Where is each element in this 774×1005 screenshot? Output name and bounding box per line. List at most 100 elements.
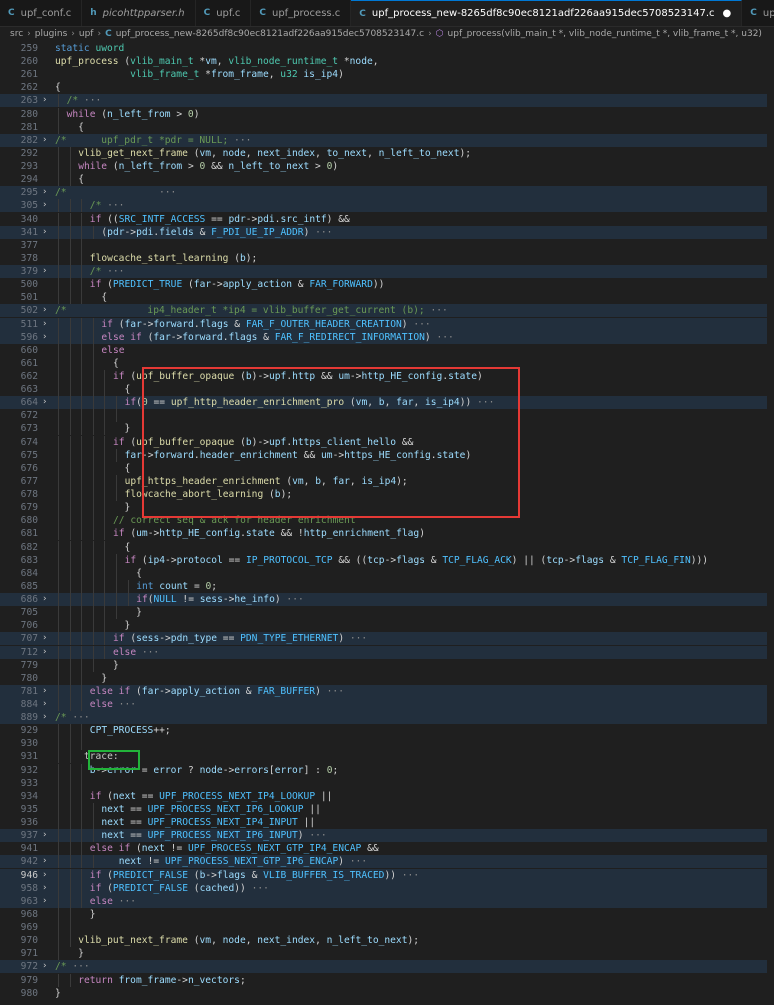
code-line[interactable]: 889 › /* ···	[0, 711, 774, 725]
code-line[interactable]: 970 vlib_put_next_frame (vm, node, next_i…	[0, 934, 774, 948]
folded-ellipsis[interactable]: ···	[309, 227, 332, 238]
code-line[interactable]: 664 › if(0 == upf_http_header_enrichment_p…	[0, 396, 774, 410]
folded-ellipsis[interactable]: ···	[425, 305, 447, 316]
code-line[interactable]: 705 }	[0, 606, 774, 620]
folded-ellipsis[interactable]: ···	[304, 830, 326, 841]
folded-ellipsis[interactable]: ···	[101, 200, 124, 211]
chevron-right-icon[interactable]: ›	[42, 960, 47, 973]
chevron-right-icon[interactable]: ›	[42, 895, 47, 908]
code-line[interactable]: 680 // correct seq & ack for header enric…	[0, 514, 774, 528]
code-line[interactable]: 937 › next == UPF_PROCESS_NEXT_IP6_INPUT) …	[0, 829, 774, 843]
folded-ellipsis[interactable]: ···	[67, 961, 89, 972]
code-line[interactable]: 294 {	[0, 173, 774, 187]
folded-ellipsis[interactable]: ···	[246, 883, 269, 894]
code-line[interactable]: 295 › /* ···	[0, 186, 774, 200]
folded-ellipsis[interactable]: ···	[101, 266, 124, 277]
code-line[interactable]: 681 if (um->http_HE_config.state && !http…	[0, 527, 774, 541]
folded-ellipsis[interactable]: ···	[113, 896, 136, 907]
folded-ellipsis[interactable]: ···	[159, 187, 176, 198]
code-line[interactable]: 305 › /* ···	[0, 199, 774, 213]
code-line[interactable]: 282 › /* upf_pdr_t *pdr = NULL; ···	[0, 133, 774, 147]
folded-ellipsis[interactable]: ···	[113, 699, 136, 710]
code-line[interactable]: 781 › else if (far->apply_action & FAR_BUF…	[0, 684, 774, 698]
code-line[interactable]: 281 {	[0, 120, 774, 134]
chevron-right-icon[interactable]: ›	[42, 318, 47, 331]
editor-scrollbar[interactable]	[767, 42, 774, 1005]
code-line[interactable]: 930	[0, 737, 774, 751]
code-line[interactable]: 780 }	[0, 671, 774, 685]
chevron-right-icon[interactable]: ›	[42, 134, 47, 147]
chevron-right-icon[interactable]: ›	[42, 226, 47, 239]
code-line[interactable]: 935 next == UPF_PROCESS_NEXT_IP6_LOOKUP |…	[0, 802, 774, 816]
code-line[interactable]: 260 upf_process (vlib_main_t *vm, vlib_no…	[0, 55, 774, 68]
folded-ellipsis[interactable]: ···	[321, 686, 344, 697]
code-line[interactable]: 293 while (n_left_from > 0 && n_left_to_n…	[0, 160, 774, 174]
chevron-right-icon[interactable]: ›	[42, 593, 47, 606]
chevron-right-icon[interactable]: ›	[42, 869, 47, 882]
folded-ellipsis[interactable]: ···	[281, 594, 303, 605]
chevron-right-icon[interactable]: ›	[42, 882, 47, 895]
code-line[interactable]: 706 }	[0, 619, 774, 633]
code-line[interactable]: 936 next == UPF_PROCESS_NEXT_IP4_INPUT ||	[0, 816, 774, 830]
code-line[interactable]: 674 if (upf_buffer_opaque (b)->upf.https_…	[0, 435, 774, 449]
folded-ellipsis[interactable]: ···	[136, 647, 159, 658]
chevron-right-icon[interactable]: ›	[42, 855, 47, 868]
breadcrumb-part[interactable]: plugins	[35, 29, 68, 39]
chevron-right-icon[interactable]: ›	[42, 396, 47, 409]
code-line[interactable]: 884 › else ···	[0, 698, 774, 711]
code-line[interactable]: 502 › /* ip4_header_t *ip4 = vlib_buffer_g…	[0, 304, 774, 318]
code-line[interactable]: 673 }	[0, 422, 774, 436]
chevron-right-icon[interactable]: ›	[42, 711, 47, 724]
folded-ellipsis[interactable]: ···	[471, 397, 494, 408]
code-line[interactable]: 672	[0, 409, 774, 423]
folded-ellipsis[interactable]: ···	[228, 135, 251, 146]
code-line[interactable]: 662 if (upf_buffer_opaque (b)->upf.http &…	[0, 370, 774, 383]
chevron-right-icon[interactable]: ›	[42, 646, 47, 659]
folded-ellipsis[interactable]: ···	[78, 95, 101, 106]
code-line[interactable]: 501 {	[0, 291, 774, 305]
code-line[interactable]: 682 {	[0, 540, 774, 554]
chevron-right-icon[interactable]: ›	[42, 698, 47, 711]
code-line[interactable]: 979 return from_frame->n_vectors;	[0, 973, 774, 987]
code-line[interactable]: 684 {	[0, 566, 774, 580]
code-line[interactable]: 261 vlib_frame_t *from_frame, u32 is_ip4…	[0, 68, 774, 81]
code-line[interactable]: 280 while (n_left_from > 0)	[0, 107, 774, 121]
code-line[interactable]: 678 flowcache_abort_learning (b);	[0, 488, 774, 502]
code-line[interactable]: 934 if (next == UPF_PROCESS_NEXT_IP4_LOOK…	[0, 789, 774, 803]
chevron-right-icon[interactable]: ›	[42, 304, 47, 317]
tab-2[interactable]: Cupf.c	[196, 0, 252, 26]
code-line[interactable]: 779 }	[0, 658, 774, 672]
code-line[interactable]: 676 {	[0, 461, 774, 475]
code-line[interactable]: 259 static uword	[0, 42, 774, 55]
tab-1[interactable]: h picohttpparser.h	[82, 0, 196, 26]
code-line[interactable]: 968 }	[0, 907, 774, 921]
chevron-right-icon[interactable]: ›	[42, 685, 47, 698]
code-line[interactable]: 685 int count = 0;	[0, 579, 774, 593]
tab-0[interactable]: Cupf_conf.c	[0, 0, 83, 26]
folded-ellipsis[interactable]: ···	[431, 332, 453, 343]
code-line[interactable]: 292 vlib_get_next_frame (vm, node, next_i…	[0, 146, 774, 160]
code-line[interactable]: 340 if ((SRC_INTF_ACCESS == pdr->pdi.src_…	[0, 212, 774, 226]
code-line[interactable]: 969	[0, 921, 774, 935]
code-line[interactable]: 660 else	[0, 343, 774, 357]
tab-4[interactable]: Cupf_process_new-8265df8c90ec8121adf226a…	[351, 0, 743, 26]
code-line[interactable]: 707 › if (sess->pdn_type == PDN_TYPE_ETHER…	[0, 632, 774, 646]
chevron-right-icon[interactable]: ›	[42, 199, 47, 212]
code-line[interactable]: 686 › if(NULL != sess->he_info) ···	[0, 593, 774, 607]
folded-ellipsis[interactable]: ···	[408, 319, 430, 330]
code-line[interactable]: 933	[0, 776, 774, 790]
code-line[interactable]: 972 › /* ···	[0, 960, 774, 974]
code-line[interactable]: 677 upf_https_header_enrichment (vm, b, f…	[0, 474, 774, 488]
code-line[interactable]: 942 › next != UPF_PROCESS_NEXT_GTP_IP6_EN…	[0, 855, 774, 869]
unsaved-dot-icon[interactable]: ●	[723, 8, 732, 19]
code-line[interactable]: 971 }	[0, 947, 774, 961]
breadcrumb-part[interactable]: upf	[79, 29, 94, 39]
code-line[interactable]: 379 › /* ···	[0, 265, 774, 279]
code-line[interactable]: 661 {	[0, 356, 774, 370]
code-line[interactable]: 932 b->error = error ? node->errors[error…	[0, 763, 774, 777]
breadcrumb-part[interactable]: src	[10, 29, 23, 39]
code-line[interactable]: 663 {	[0, 383, 774, 397]
code-line[interactable]: 958 › if (PREDICT_FALSE (cached)) ···	[0, 881, 774, 895]
folded-ellipsis[interactable]: ···	[67, 712, 89, 723]
tab-3[interactable]: Cupf_process.c	[251, 0, 352, 26]
